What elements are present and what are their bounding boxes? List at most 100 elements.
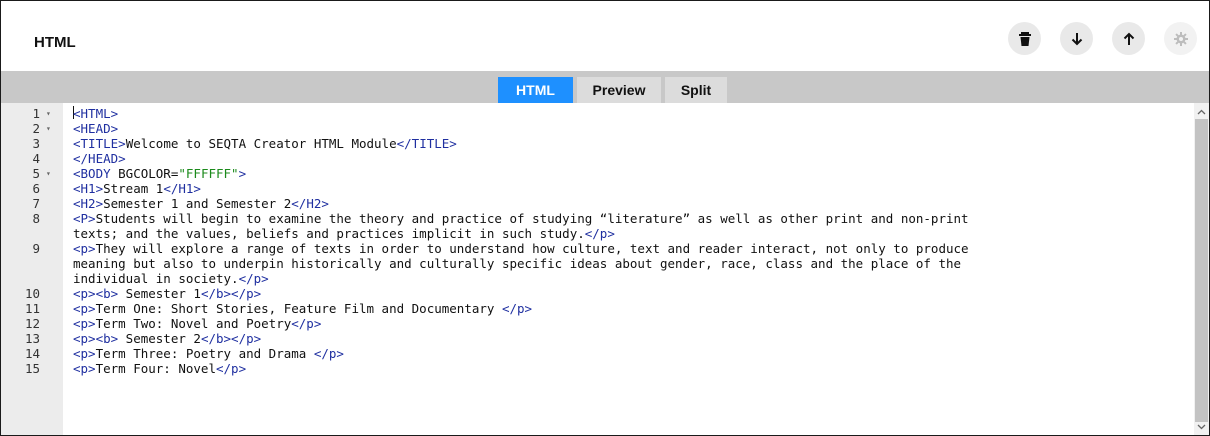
line-number-text: 8 <box>32 211 40 226</box>
code-line[interactable]: <TITLE>Welcome to SEQTA Creator HTML Mod… <box>73 136 457 151</box>
code-tag: <p><b> <box>73 331 119 346</box>
code-line[interactable]: <BODY BGCOLOR="FFFFFF"> <box>73 166 246 181</box>
code-tag: <HEAD> <box>73 121 119 136</box>
tab-html[interactable]: HTML <box>498 77 573 103</box>
code-tag: </b></p> <box>200 331 262 346</box>
line-number-text: 10 <box>24 286 40 301</box>
code-text: Semester 1 <box>118 286 201 301</box>
code-text: meaning but also to underpin historicall… <box>73 256 962 271</box>
line-number: 7 <box>1 196 63 211</box>
code-tag: <TITLE> <box>73 136 126 151</box>
code-text: Term Four: Novel <box>95 361 216 376</box>
code-line[interactable]: </HEAD> <box>73 151 126 166</box>
line-number-text: 14 <box>24 346 40 361</box>
arrow-down-icon <box>1071 32 1082 45</box>
tab-preview[interactable]: Preview <box>577 77 661 103</box>
code-string: "FFFFFF" <box>178 166 239 181</box>
line-number: 6 <box>1 181 63 196</box>
line-number: 3 <box>1 136 63 151</box>
line-number-text: 2 <box>32 121 40 136</box>
line-number: 8 <box>1 211 63 226</box>
code-tag: </p> <box>584 226 615 241</box>
code-text: BGCOLOR= <box>118 166 179 181</box>
fold-toggle-icon[interactable]: ▾ <box>46 106 51 121</box>
line-number-text: 6 <box>32 181 40 196</box>
line-number-text: 4 <box>32 151 40 166</box>
delete-button[interactable] <box>1008 22 1041 55</box>
view-tabs: HTML Preview Split <box>1 71 1209 103</box>
settings-button[interactable] <box>1164 22 1197 55</box>
line-number <box>1 271 63 286</box>
line-number-gutter: 1 ▾ 2 ▾ 3 4 5 ▾ 6 7 8 9 10 11 12 13 14 15 <box>1 103 63 435</box>
code-text: Semester 1 and Semester 2 <box>103 196 292 211</box>
panel-header: HTML <box>1 1 1209 71</box>
line-number: 9 <box>1 241 63 256</box>
arrow-up-icon <box>1123 32 1134 45</box>
line-number-text: 1 <box>32 106 40 121</box>
move-up-button[interactable] <box>1112 22 1145 55</box>
code-line[interactable]: meaning but also to underpin historicall… <box>73 256 961 271</box>
code-text: Term One: Short Stories, Feature Film an… <box>95 301 502 316</box>
code-editor[interactable]: 1 ▾ 2 ▾ 3 4 5 ▾ 6 7 8 9 10 11 12 13 14 15 <HTML> <HEAD> <TI… <box>1 103 1209 435</box>
line-number: 1 ▾ <box>1 106 63 121</box>
code-line[interactable]: <H2>Semester 1 and Semester 2</H2> <box>73 196 329 211</box>
tab-split[interactable]: Split <box>665 77 727 103</box>
code-line[interactable]: <p>Term Four: Novel</p> <box>73 361 246 376</box>
code-text: Term Two: Novel and Poetry <box>95 316 292 331</box>
code-tag: <P> <box>73 211 96 226</box>
fold-toggle-icon[interactable]: ▾ <box>46 166 51 181</box>
line-number: 11 <box>1 301 63 316</box>
code-line[interactable]: <p>Term Two: Novel and Poetry</p> <box>73 316 321 331</box>
code-line[interactable]: individual in society.</p> <box>73 271 269 286</box>
code-line[interactable]: <p>They will explore a range of texts in… <box>73 241 969 256</box>
code-tag: </p> <box>291 316 322 331</box>
line-number: 13 <box>1 331 63 346</box>
line-number-text: 12 <box>24 316 40 331</box>
code-line[interactable]: <P>Students will begin to examine the th… <box>73 211 969 226</box>
line-number-text: 9 <box>32 241 40 256</box>
line-number: 15 <box>1 361 63 376</box>
code-text: Semester 2 <box>118 331 201 346</box>
scroll-down-arrow[interactable] <box>1194 419 1209 434</box>
gear-icon <box>1173 31 1188 46</box>
code-tag: <p><b> <box>73 286 119 301</box>
code-tag: </p> <box>501 301 533 316</box>
code-line[interactable]: <p><b> Semester 1</b></p> <box>73 286 261 301</box>
move-down-button[interactable] <box>1060 22 1093 55</box>
code-line[interactable]: <HTML> <box>73 106 118 121</box>
code-text: Stream 1 <box>103 181 164 196</box>
code-tag: <HTML> <box>73 106 119 121</box>
panel-title: HTML <box>34 34 76 51</box>
code-tag: <p> <box>73 241 96 256</box>
code-tag: </p> <box>216 361 247 376</box>
line-number: 5 ▾ <box>1 166 63 181</box>
code-tag: <p> <box>73 346 96 361</box>
fold-toggle-icon[interactable]: ▾ <box>46 121 51 136</box>
line-number-text: 7 <box>32 196 40 211</box>
code-line[interactable]: <p>Term One: Short Stories, Feature Film… <box>73 301 532 316</box>
line-number: 12 <box>1 316 63 331</box>
code-tag: </p> <box>313 346 344 361</box>
scroll-up-arrow[interactable] <box>1194 104 1209 119</box>
code-line[interactable]: <HEAD> <box>73 121 118 136</box>
line-number-text: 15 <box>24 361 40 376</box>
code-tag: <H2> <box>73 196 104 211</box>
code-tag: <p> <box>73 301 96 316</box>
scrollbar-thumb[interactable] <box>1195 119 1208 422</box>
code-line[interactable]: <p>Term Three: Poetry and Drama </p> <box>73 346 344 361</box>
trash-icon <box>1018 31 1031 46</box>
vertical-scrollbar[interactable] <box>1194 103 1209 435</box>
code-line[interactable]: texts; and the values, beliefs and pract… <box>73 226 615 241</box>
code-text: They will explore a range of texts in or… <box>95 241 969 256</box>
line-number <box>1 226 63 241</box>
line-number <box>1 256 63 271</box>
line-number: 4 <box>1 151 63 166</box>
code-tag: </HEAD> <box>73 151 126 166</box>
code-tag: </H1> <box>163 181 201 196</box>
code-line[interactable]: <p><b> Semester 2</b></p> <box>73 331 261 346</box>
code-tag: </b></p> <box>200 286 262 301</box>
code-text: individual in society. <box>73 271 239 286</box>
code-tag: <H1> <box>73 181 104 196</box>
code-text: Students will begin to examine the theor… <box>95 211 969 226</box>
code-line[interactable]: <H1>Stream 1</H1> <box>73 181 201 196</box>
